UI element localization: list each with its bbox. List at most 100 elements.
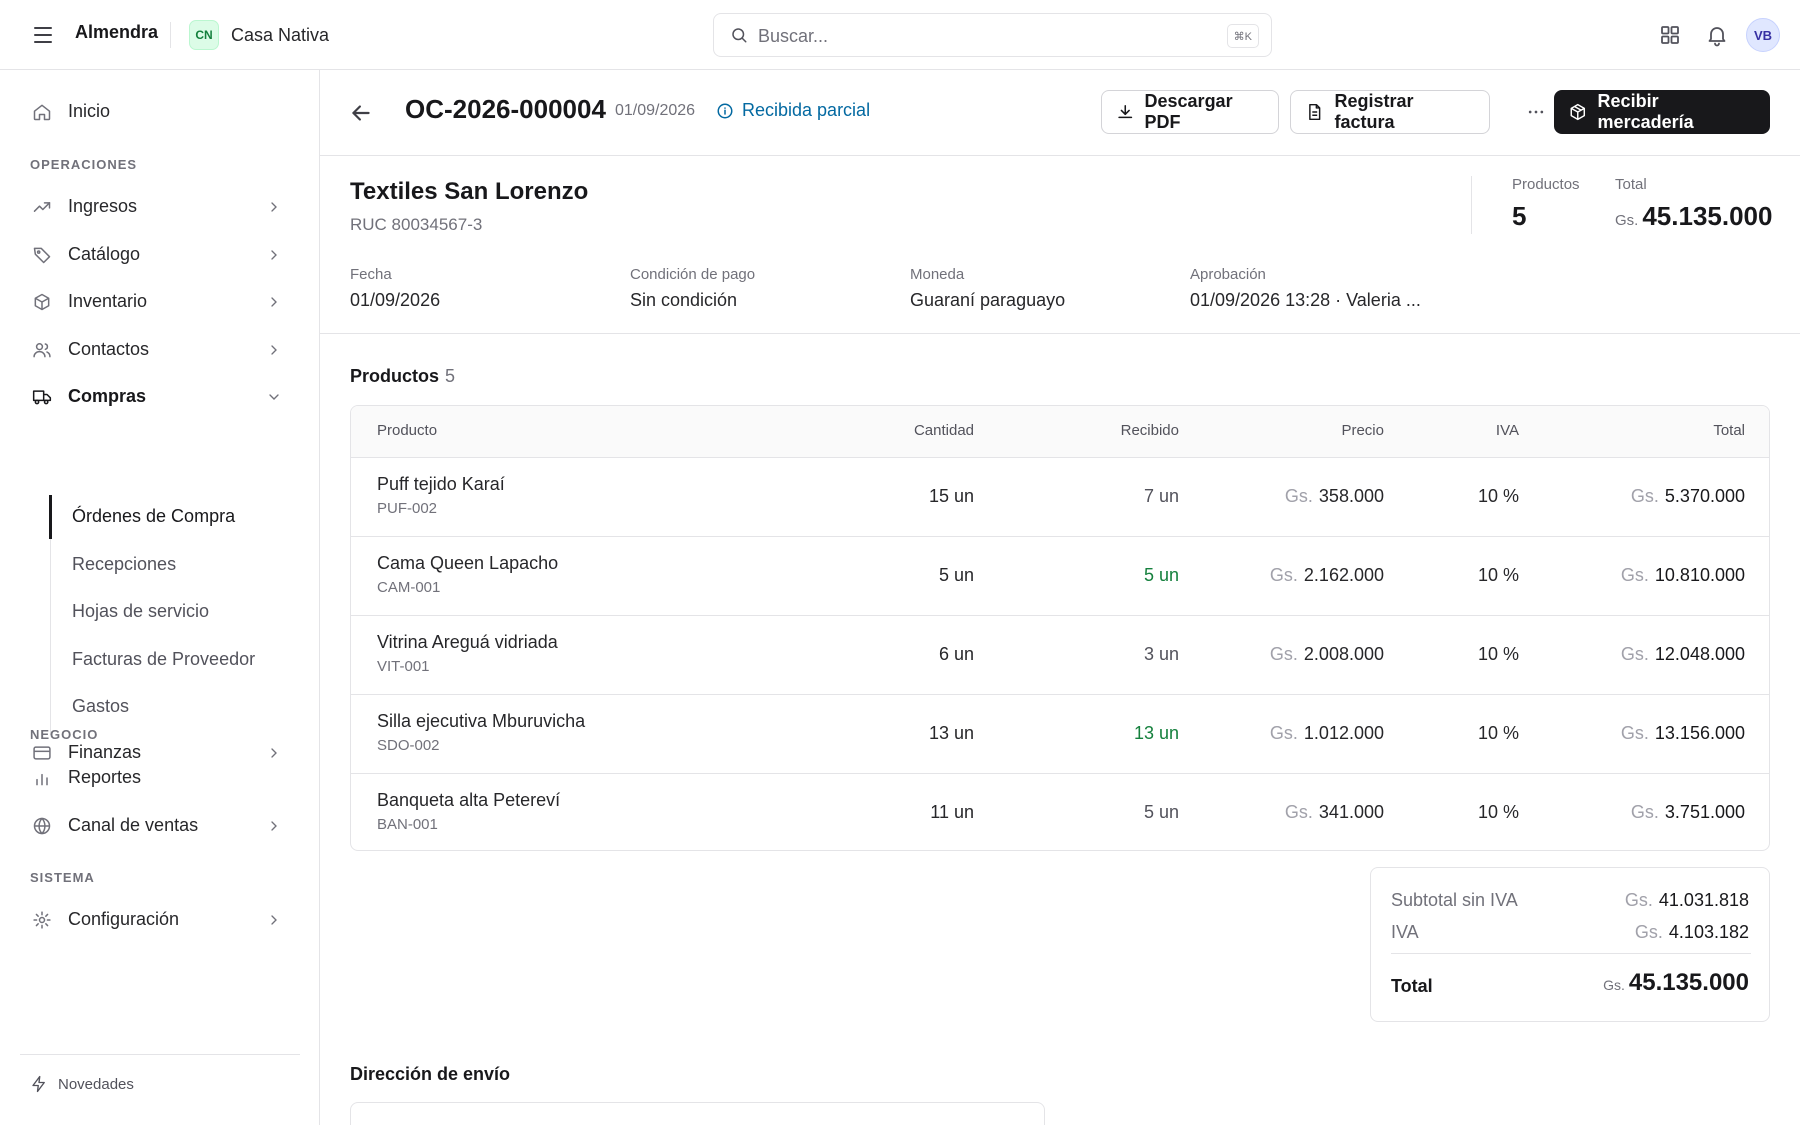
total-cell: Gs. 13.156.000: [1620, 723, 1745, 743]
sidebar-item-compras[interactable]: Compras: [20, 377, 300, 417]
sidebar-subitem-hojas-de-servicio[interactable]: Hojas de servicio: [52, 590, 300, 634]
total-amount: 45.135.000: [1642, 201, 1773, 231]
workspace-name: Casa Nativa: [231, 24, 330, 45]
hamburger-menu-icon[interactable]: [30, 23, 56, 47]
download-icon: [1118, 105, 1133, 119]
products-section-title: Productos 5: [350, 366, 455, 387]
sidebar-item-configuracion[interactable]: Configuración: [20, 900, 300, 940]
received-cell: 7 un: [1143, 486, 1179, 506]
iva-label: IVA: [1391, 922, 1419, 942]
product-sku: CAM-001: [377, 579, 441, 596]
received-cell: 3 un: [1143, 644, 1179, 664]
receive-goods-button[interactable]: Recibir mercadería: [1554, 90, 1770, 134]
sidebar-subitem-facturas-de-proveedor[interactable]: Facturas de Proveedor: [52, 638, 300, 682]
sidebar-item-inicio[interactable]: Inicio: [20, 92, 300, 132]
product-name: Puff tejido Karaí: [377, 474, 505, 494]
sidebar-subitem-label: Órdenes de Compra: [72, 506, 236, 526]
sidebar-item-label: Compras: [68, 386, 147, 406]
total-label: Total: [1615, 176, 1647, 193]
subtotal-label: Subtotal sin IVA: [1391, 890, 1518, 910]
sidebar-item-inventario[interactable]: Inventario: [20, 282, 300, 322]
sidebar-subitem-gastos[interactable]: Gastos: [52, 685, 300, 729]
receive-goods-label: Recibir mercadería: [1597, 91, 1694, 132]
supplier-name: Textiles San Lorenzo: [350, 178, 589, 205]
sidebar-item-contactos[interactable]: Contactos: [20, 330, 300, 370]
quantity-cell: 15 un: [928, 486, 974, 506]
column-header-precio: Precio: [1341, 422, 1384, 439]
table-row[interactable]: Puff tejido Karaí PUF-002 15 un 7 un Gs.…: [351, 458, 1769, 537]
chevron-right-icon: [271, 821, 277, 831]
sidebar-subitem-ordenes-de-compra[interactable]: Órdenes de Compra: [52, 495, 300, 539]
order-date: 01/09/2026: [615, 102, 696, 119]
price-cell: Gs. 1.012.000: [1269, 723, 1384, 743]
register-invoice-button[interactable]: Registrar factura: [1290, 90, 1490, 134]
product-name: Silla ejecutiva Mburuvicha: [377, 711, 586, 731]
iva-cell: 10 %: [1477, 802, 1519, 822]
approval-value: 01/09/2026 13:28 · Valeria ...: [1190, 290, 1421, 310]
totals-summary: Subtotal sin IVA Gs. 41.031.818 IVA Gs. 4.…: [1370, 867, 1770, 1022]
received-cell: 5 un: [1143, 565, 1179, 585]
package-icon: [1570, 103, 1586, 121]
more-options-icon[interactable]: [1518, 94, 1554, 130]
download-pdf-label: Descargar PDF: [1144, 91, 1233, 132]
news-label: Novedades: [58, 1075, 134, 1093]
sidebar-item-label: Contactos: [68, 339, 150, 359]
sidebar-subitem-label: Gastos: [72, 696, 130, 716]
page-header: OC-2026-000004 01/09/2026 Recibida parci…: [320, 70, 1800, 156]
iva-cell: 10 %: [1477, 486, 1519, 506]
search-icon: [732, 28, 747, 43]
search-bar[interactable]: ⌘K: [713, 13, 1272, 57]
quantity-cell: 11 un: [930, 802, 974, 822]
column-header-cantidad: Cantidad: [913, 422, 974, 439]
register-invoice-label: Registrar factura: [1334, 91, 1414, 132]
table-row[interactable]: Silla ejecutiva Mburuvicha SDO-002 13 un…: [351, 695, 1769, 774]
sidebar-item-label: Configuración: [68, 909, 180, 929]
sidebar-item-catalogo[interactable]: Catálogo: [20, 235, 300, 275]
download-pdf-button[interactable]: Descargar PDF: [1101, 90, 1279, 134]
received-cell: 13 un: [1133, 723, 1179, 743]
received-cell: 5 un: [1143, 802, 1179, 822]
brand-divider: [170, 22, 171, 48]
products-count-badge: 5: [445, 366, 456, 386]
news-link[interactable]: Novedades: [30, 1075, 134, 1093]
sidebar-subitem-recepciones[interactable]: Recepciones: [52, 543, 300, 587]
section-label-operaciones: OPERACIONES: [30, 157, 138, 172]
apps-grid-icon[interactable]: [1658, 23, 1682, 47]
table-row[interactable]: Vitrina Areguá vidriada VIT-001 6 un 3 u…: [351, 616, 1769, 695]
product-sku: VIT-001: [377, 658, 430, 675]
sidebar-item-reportes[interactable]: Reportes: [20, 758, 300, 798]
chevron-down-icon: [269, 394, 279, 400]
payment-condition-label: Condición de pago: [630, 266, 756, 283]
product-sku: BAN-001: [377, 816, 438, 833]
approval-label: Aprobación: [1190, 266, 1266, 283]
sidebar-item-ingresos[interactable]: Ingresos: [20, 187, 300, 227]
price-cell: Gs. 2.008.000: [1269, 644, 1384, 664]
chevron-right-icon: [271, 345, 277, 355]
currency-value: Guaraní paraguayo: [910, 290, 1066, 310]
price-cell: Gs. 2.162.000: [1269, 565, 1384, 585]
status-label: Recibida parcial: [742, 100, 871, 120]
truck-icon: [32, 390, 52, 405]
sidebar-item-canal-de-ventas[interactable]: Canal de ventas: [20, 806, 300, 846]
products-count-label: Productos: [1512, 176, 1580, 193]
price-cell: Gs. 358.000: [1284, 486, 1384, 506]
search-input[interactable]: [758, 22, 1198, 50]
sidebar-item-label: Ingresos: [68, 196, 138, 216]
workspace-switcher[interactable]: CN Casa Nativa: [189, 20, 329, 50]
status-badge: Recibida parcial: [716, 100, 870, 121]
products-count-value: 5: [1512, 201, 1527, 231]
shipping-address-title: Dirección de envío: [350, 1064, 511, 1084]
date-label: Fecha: [350, 266, 392, 283]
bell-icon[interactable]: [1705, 23, 1729, 47]
arrow-left-icon[interactable]: [348, 100, 374, 126]
sidebar-item-label: Inicio: [68, 101, 111, 121]
sidebar-subitem-label: Hojas de servicio: [72, 601, 210, 621]
table-row[interactable]: Cama Queen Lapacho CAM-001 5 un 5 un Gs.…: [351, 537, 1769, 616]
table-header: Producto Cantidad Recibido Precio IVA To…: [351, 406, 1769, 458]
table-row[interactable]: Banqueta alta Petereví BAN-001 11 un 5 u…: [351, 774, 1769, 850]
sidebar-item-label: Reportes: [68, 767, 142, 787]
brand-name[interactable]: Almendra: [75, 22, 158, 43]
page-title: OC-2026-000004: [405, 94, 606, 124]
user-avatar[interactable]: VB: [1746, 18, 1780, 52]
summary-divider: [1391, 953, 1751, 954]
